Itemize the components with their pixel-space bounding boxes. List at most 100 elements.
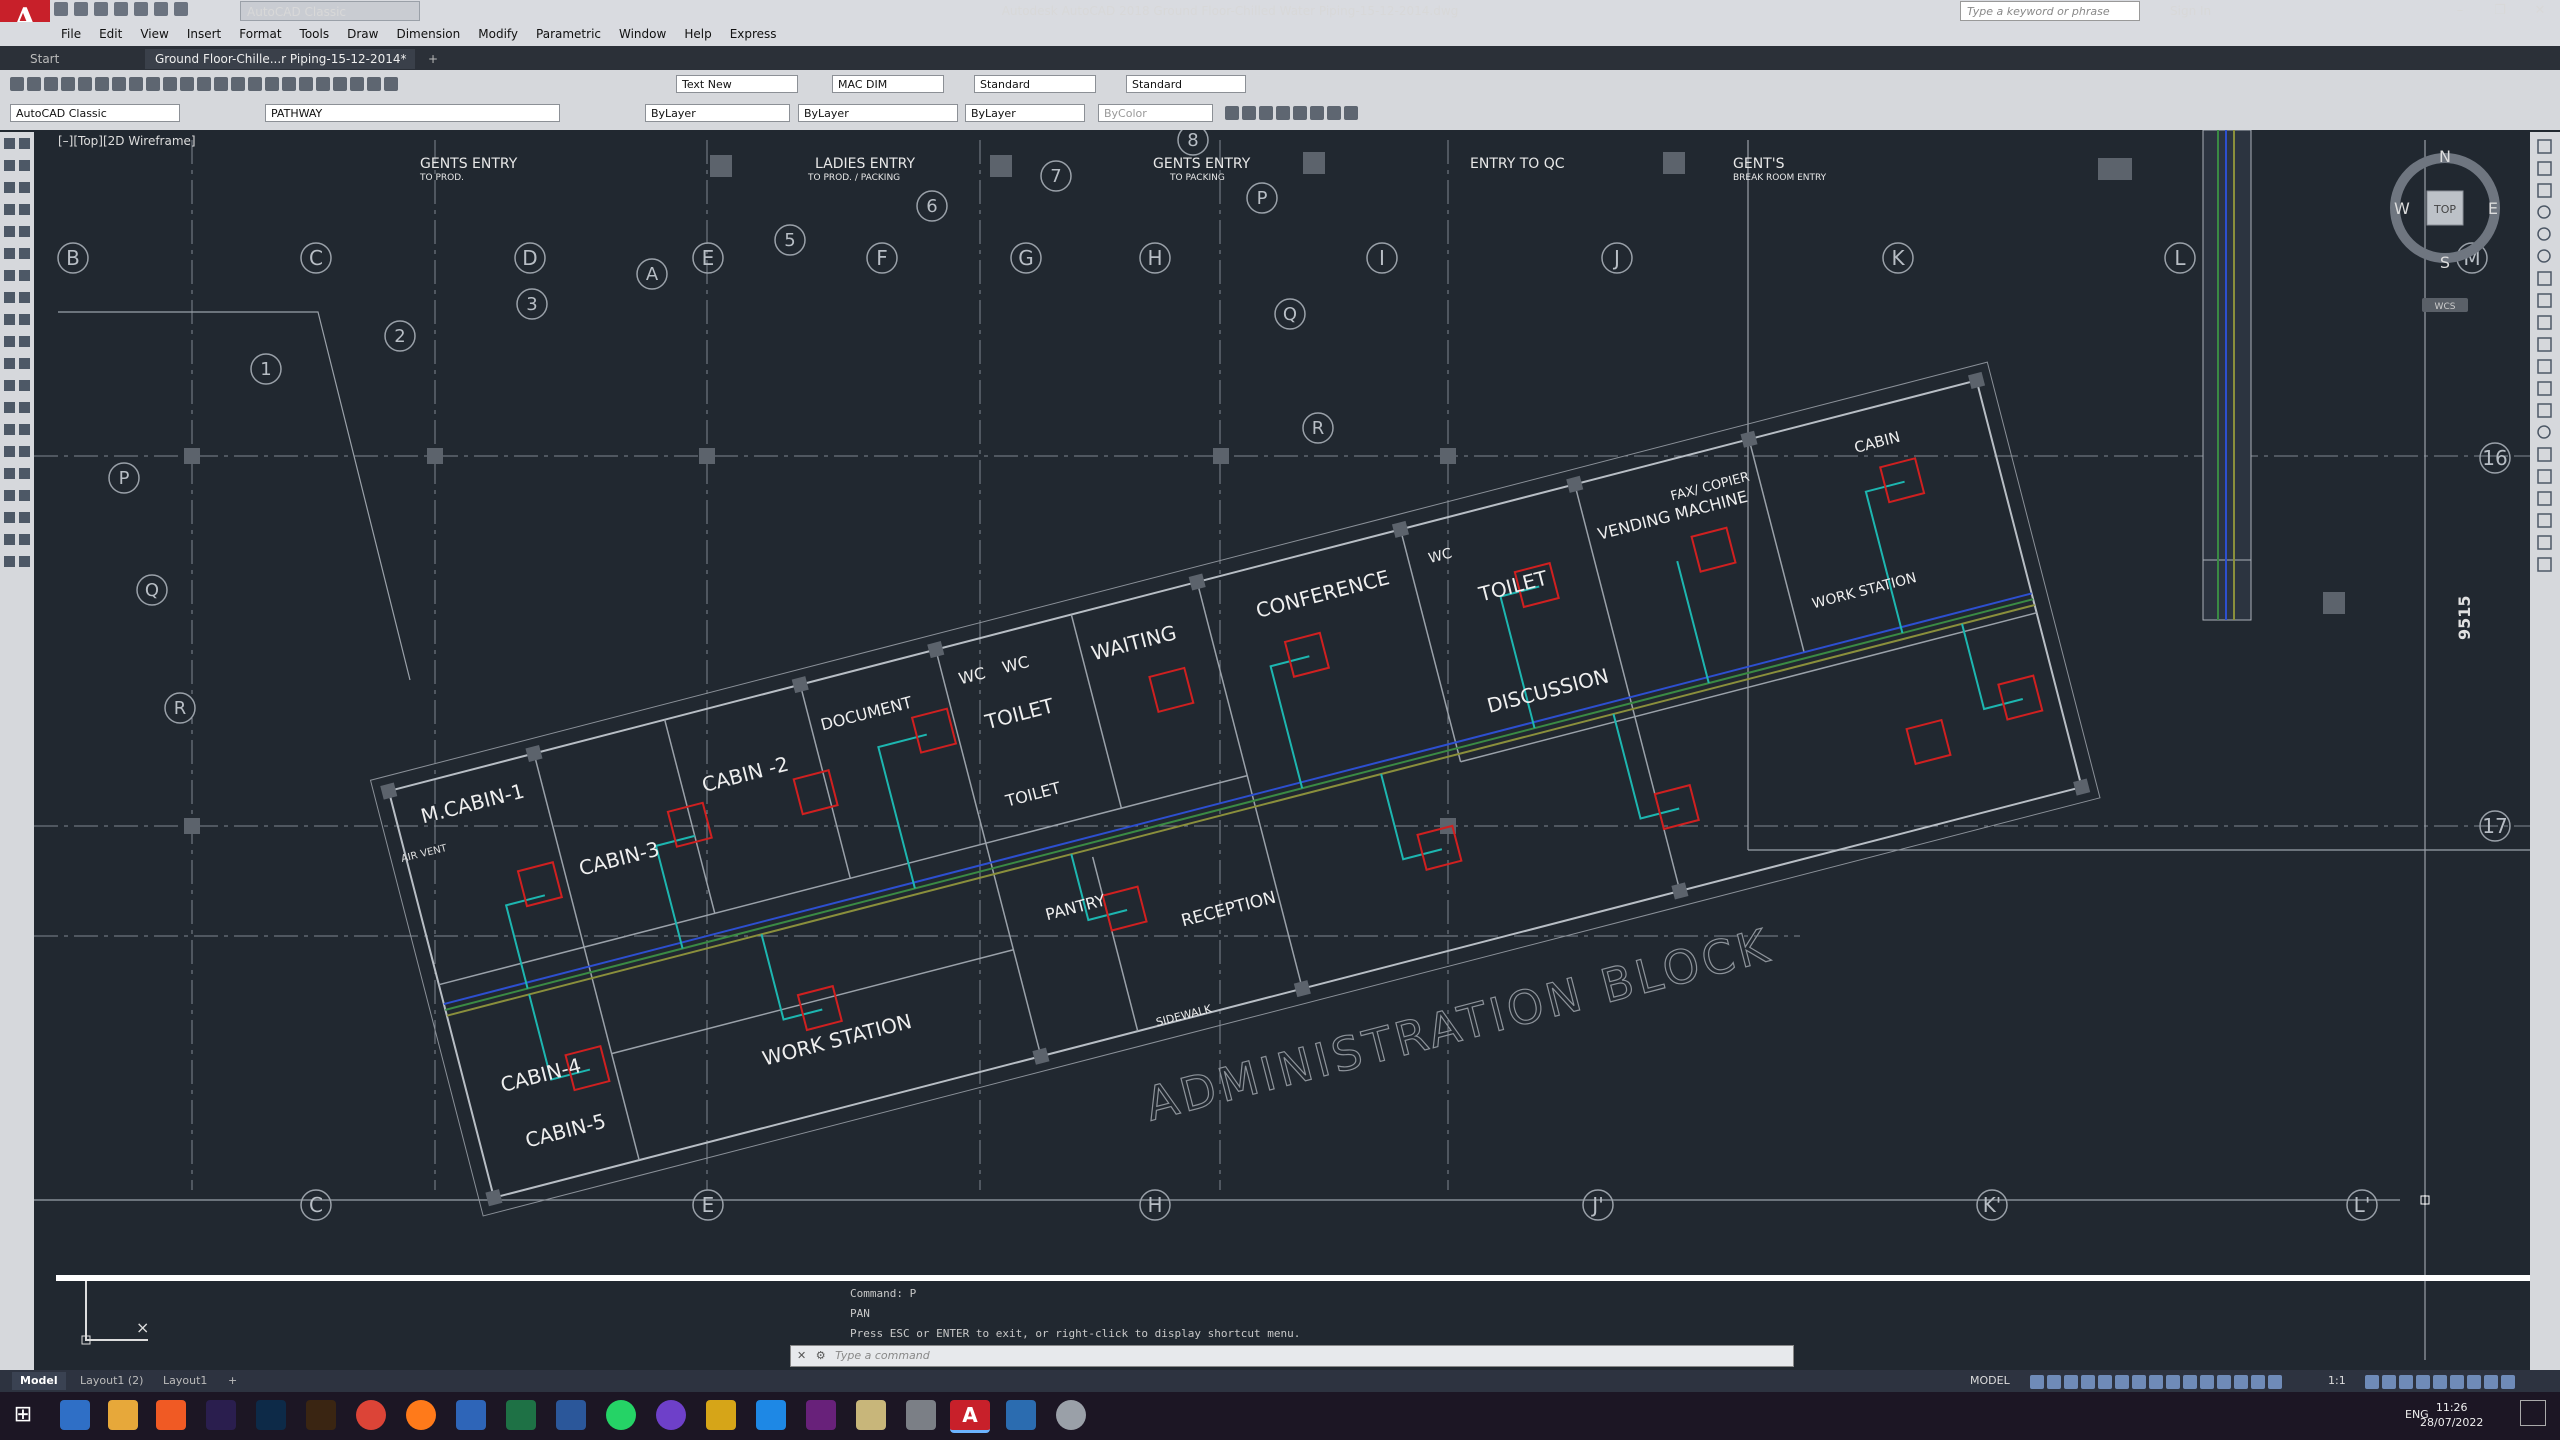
plotstyle-dropdown[interactable]: ByColor (1098, 104, 1213, 122)
zoom-window-icon[interactable] (248, 77, 262, 91)
selection-filter-icon[interactable] (2217, 1375, 2231, 1389)
menu-help[interactable]: Help (675, 22, 720, 46)
workspace-dropdown[interactable]: AutoCAD Classic (10, 104, 180, 122)
copy-icon[interactable] (129, 77, 143, 91)
pan-icon[interactable] (214, 77, 228, 91)
illustrator-icon[interactable] (306, 1400, 336, 1430)
tab-start[interactable]: Start (20, 49, 140, 69)
brave-icon[interactable] (156, 1400, 186, 1430)
files-icon[interactable] (856, 1400, 886, 1430)
calculator-icon[interactable] (367, 77, 381, 91)
linetype-dropdown[interactable]: ByLayer (798, 104, 958, 122)
isolate-objects-icon[interactable] (2450, 1375, 2464, 1389)
menu-edit[interactable]: Edit (90, 22, 131, 46)
menu-file[interactable]: File (52, 22, 90, 46)
visual-studio-icon[interactable] (806, 1400, 836, 1430)
plot-icon[interactable] (134, 2, 148, 16)
new-icon[interactable] (54, 2, 68, 16)
3d-osnap-icon[interactable] (2183, 1375, 2197, 1389)
layer-tool-icon[interactable] (1344, 106, 1358, 120)
paste-icon[interactable] (146, 77, 160, 91)
tab-layout1-2[interactable]: Layout1 (2) (72, 1372, 151, 1390)
close-icon[interactable]: ✕ (791, 1349, 812, 1362)
undo-icon[interactable] (154, 2, 168, 16)
compass-s[interactable]: S (2440, 253, 2450, 272)
layer-tool-icon[interactable] (1327, 106, 1341, 120)
help-icon[interactable] (384, 77, 398, 91)
calculator-icon[interactable] (1006, 1400, 1036, 1430)
zoom-previous-icon[interactable] (265, 77, 279, 91)
minimize-button[interactable]: – (2440, 0, 2480, 22)
open-icon[interactable] (27, 77, 41, 91)
markup-icon[interactable] (350, 77, 364, 91)
annotation-scale[interactable]: 1:1 (2320, 1372, 2354, 1390)
lineweight-dropdown[interactable]: ByLayer (965, 104, 1085, 122)
github-icon[interactable] (656, 1400, 686, 1430)
mleader-style-dropdown[interactable]: Standard (1126, 75, 1246, 93)
osnap-icon[interactable] (2098, 1375, 2112, 1389)
folder-app-icon[interactable] (906, 1400, 936, 1430)
dimension-tools-icons[interactable] (2530, 132, 2560, 622)
compass-w[interactable]: W (2394, 199, 2410, 218)
file-explorer-pin-icon[interactable] (60, 1400, 90, 1430)
model-space-button[interactable]: MODEL (1962, 1372, 2018, 1390)
preview-icon[interactable] (78, 77, 92, 91)
clean-screen-icon[interactable] (2484, 1375, 2498, 1389)
tab-model[interactable]: Model (12, 1372, 66, 1390)
menu-dimension[interactable]: Dimension (387, 22, 469, 46)
layer-tool-icon[interactable] (1259, 106, 1273, 120)
wrench-icon[interactable]: ⚙ (816, 1349, 832, 1362)
sign-in-button[interactable]: Sign In (2170, 1, 2211, 21)
layer-tool-icon[interactable] (1293, 106, 1307, 120)
otrack-icon[interactable] (2115, 1375, 2129, 1389)
autocad-taskbar-icon[interactable]: A (950, 1400, 990, 1433)
transparency-icon[interactable] (2149, 1375, 2163, 1389)
notepad-icon[interactable] (456, 1400, 486, 1430)
layer-tool-icon[interactable] (1310, 106, 1324, 120)
workspace-dropdown[interactable]: AutoCAD Classic (240, 1, 420, 21)
polar-icon[interactable] (2081, 1375, 2095, 1389)
compass-e[interactable]: E (2488, 199, 2498, 218)
menu-draw[interactable]: Draw (338, 22, 387, 46)
windows-start-icon[interactable]: ⊞ (8, 1400, 38, 1430)
command-input[interactable]: ✕ ⚙ Type a command (790, 1345, 1794, 1367)
table-style-dropdown[interactable]: Standard (974, 75, 1096, 93)
menu-window[interactable]: Window (610, 22, 675, 46)
annotation-visibility-icon[interactable] (2251, 1375, 2265, 1389)
menu-express[interactable]: Express (721, 22, 786, 46)
notifications-icon[interactable] (2520, 1400, 2546, 1426)
menu-format[interactable]: Format (230, 22, 290, 46)
quick-properties-icon[interactable] (2416, 1375, 2430, 1389)
menu-view[interactable]: View (131, 22, 177, 46)
sheet-set-icon[interactable] (333, 77, 347, 91)
selection-cycling-icon[interactable] (2166, 1375, 2180, 1389)
menu-parametric[interactable]: Parametric (527, 22, 610, 46)
design-center-icon[interactable] (299, 77, 313, 91)
layer-tool-icon[interactable] (1276, 106, 1290, 120)
workspace-switch-icon[interactable] (2365, 1375, 2379, 1389)
wcs-menu[interactable]: WCS (2435, 302, 2456, 312)
viewcube[interactable]: TOP N S E W WCS (2390, 140, 2500, 315)
system-clock[interactable]: 11:26 28/07/2022 (2420, 1400, 2483, 1430)
match-icon[interactable] (163, 77, 177, 91)
chrome-icon[interactable] (356, 1400, 386, 1430)
dim-style-dropdown[interactable]: MAC DIM (832, 75, 944, 93)
add-layout-button[interactable]: + (220, 1372, 245, 1390)
command-placeholder[interactable]: Type a command (835, 1349, 930, 1362)
tool-palette-icon[interactable] (316, 77, 330, 91)
cut-icon[interactable] (112, 77, 126, 91)
snap-icon[interactable] (2047, 1375, 2061, 1389)
layer-tool-icon[interactable] (1225, 106, 1239, 120)
save-icon[interactable] (94, 2, 108, 16)
menu-modify[interactable]: Modify (469, 22, 527, 46)
dynamic-ucs-icon[interactable] (2200, 1375, 2214, 1389)
viewport-controls[interactable]: [–][Top][2D Wireframe] (58, 134, 196, 148)
app-icon[interactable] (706, 1400, 736, 1430)
vscode-icon[interactable] (756, 1400, 786, 1430)
layer-dropdown[interactable]: PATHWAY (265, 104, 560, 122)
add-tab-button[interactable]: + (418, 49, 440, 69)
save-as-icon[interactable] (114, 2, 128, 16)
properties-icon[interactable] (282, 77, 296, 91)
search-input[interactable]: Type a keyword or phrase (1960, 1, 2140, 21)
firefox-icon[interactable] (406, 1400, 436, 1430)
